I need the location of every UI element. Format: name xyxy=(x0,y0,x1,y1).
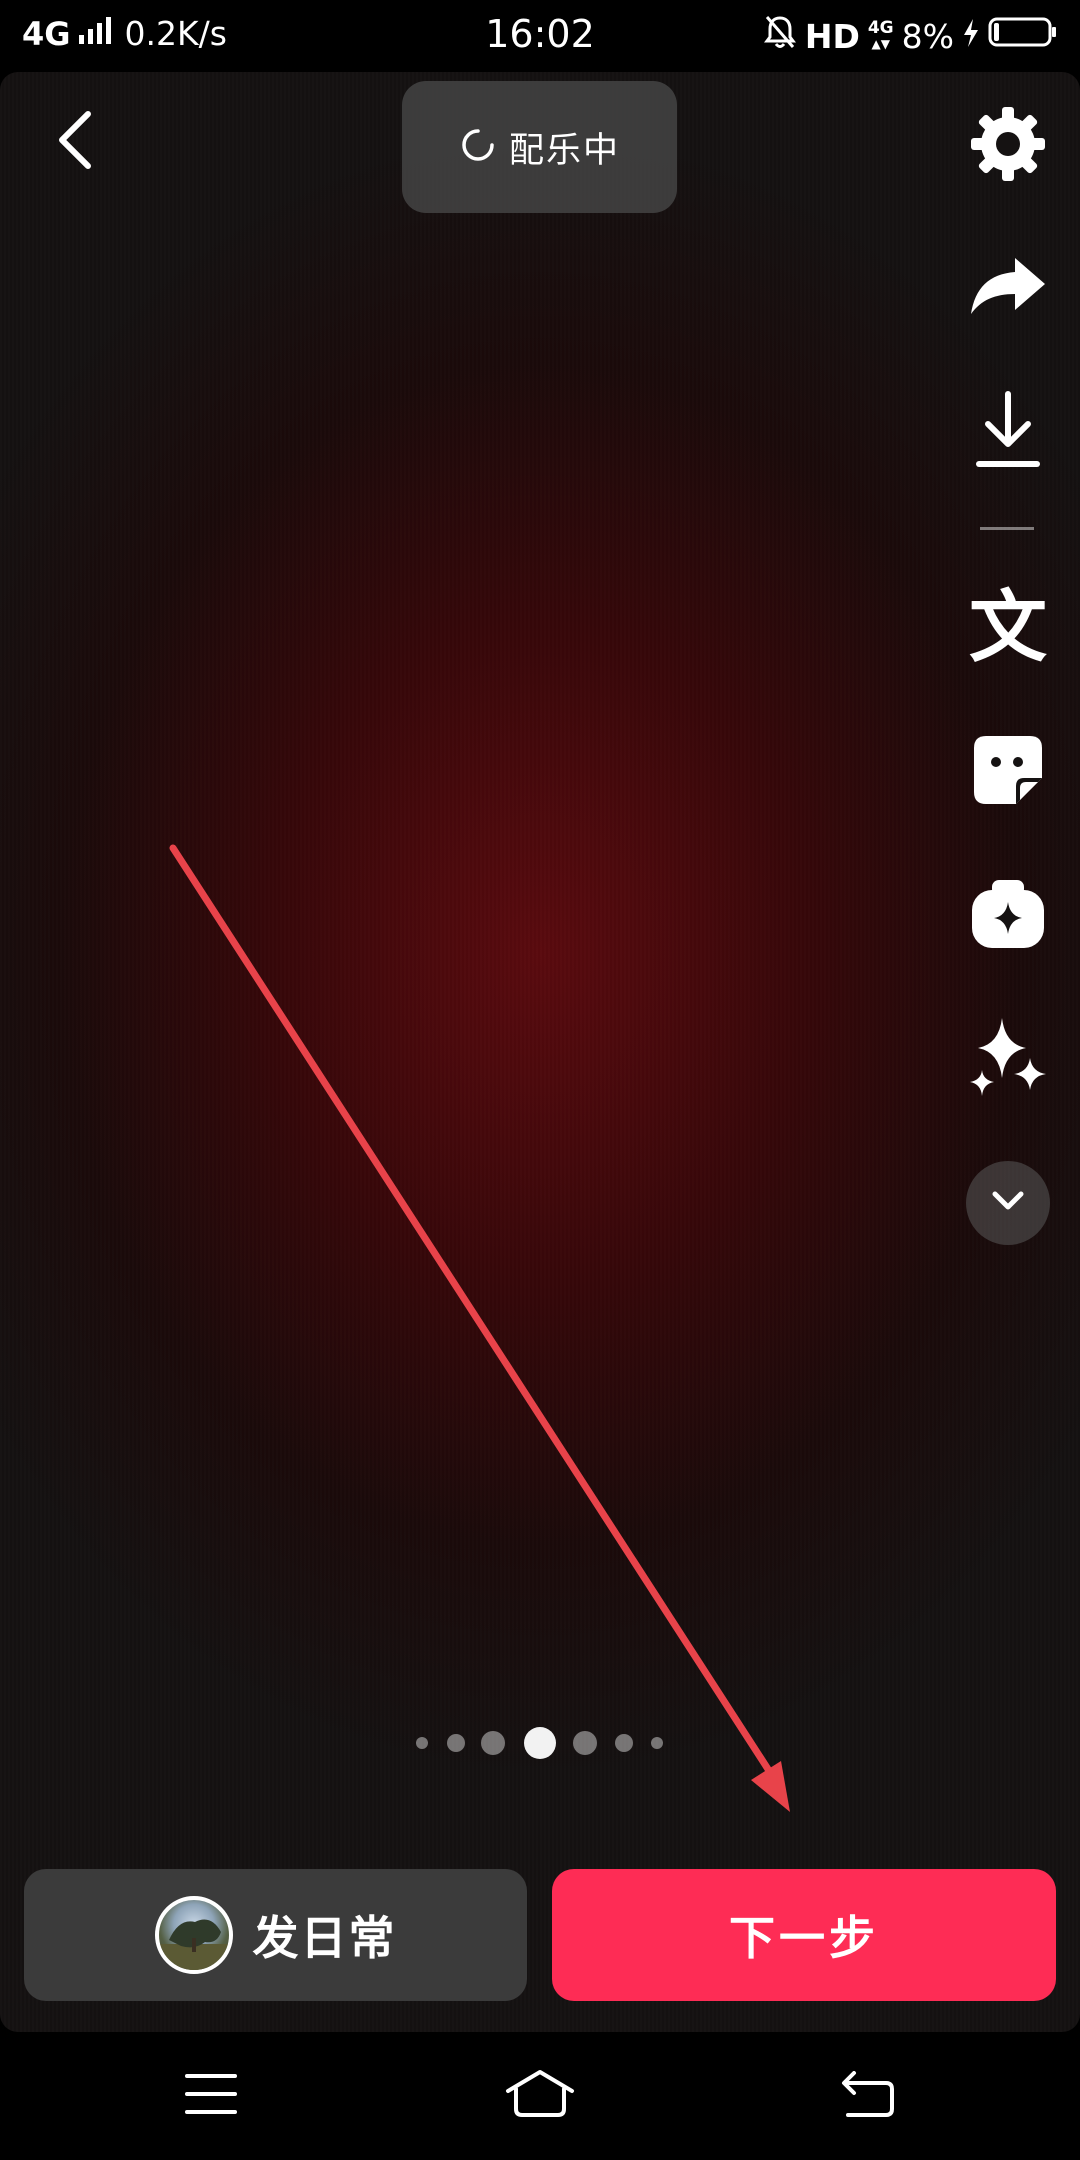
system-nav-bar xyxy=(0,2032,1080,2160)
loading-spinner-icon xyxy=(459,126,497,168)
status-right: HD 4G ▲▼ 8% xyxy=(755,14,1058,58)
charging-icon xyxy=(962,17,980,56)
text-icon: 文 xyxy=(968,583,1047,673)
hd-indicator: HD xyxy=(804,16,860,56)
avatar xyxy=(154,1896,233,1974)
next-step-label: 下一步 xyxy=(729,1911,879,1965)
battery-percent: 8% xyxy=(901,16,954,56)
download-icon xyxy=(975,390,1041,474)
gear-icon xyxy=(969,105,1047,187)
home-button[interactable] xyxy=(504,2066,576,2126)
sticker-button[interactable] xyxy=(960,724,1056,820)
page-dot-active[interactable] xyxy=(524,1727,556,1759)
back-arrow-icon xyxy=(54,108,98,176)
page-dot[interactable] xyxy=(615,1734,633,1752)
tool-divider xyxy=(980,527,1034,530)
back-nav-button[interactable] xyxy=(832,2066,904,2126)
effects-button[interactable] xyxy=(960,868,1056,964)
page-dot[interactable] xyxy=(573,1731,597,1755)
home-icon xyxy=(505,2069,575,2123)
page-dot[interactable] xyxy=(481,1731,505,1755)
enhance-button[interactable] xyxy=(960,1012,1056,1108)
text-tool-button[interactable]: 文 xyxy=(960,580,1056,676)
status-bar: 4G 0.2K/s 16:02 HD 4G ▲▼ 8% xyxy=(0,0,1080,72)
next-step-button[interactable]: 下一步 xyxy=(552,1869,1056,2001)
editor-canvas[interactable]: 配乐中 文 发日常 下一步 xyxy=(0,72,1080,2032)
sparkle-icon xyxy=(966,1016,1050,1104)
page-dot[interactable] xyxy=(651,1737,663,1749)
settings-button[interactable] xyxy=(960,98,1056,194)
menu-icon xyxy=(184,2072,238,2120)
more-tools-button[interactable] xyxy=(966,1161,1050,1245)
return-icon xyxy=(840,2071,896,2121)
effects-icon xyxy=(970,878,1046,954)
menu-button[interactable] xyxy=(175,2066,247,2126)
music-status-pill[interactable]: 配乐中 xyxy=(402,81,677,213)
page-indicator xyxy=(0,1722,1080,1762)
data-activity-icon: 4G ▲▼ xyxy=(867,18,894,52)
page-dot[interactable] xyxy=(416,1737,428,1749)
share-button[interactable] xyxy=(960,240,1056,336)
post-daily-label: 发日常 xyxy=(252,1911,397,1965)
post-daily-button[interactable]: 发日常 xyxy=(24,1869,527,2001)
download-button[interactable] xyxy=(960,384,1056,480)
page-dot[interactable] xyxy=(447,1734,465,1752)
mute-bell-icon xyxy=(763,14,797,58)
sticker-icon xyxy=(972,734,1044,810)
chevron-down-icon xyxy=(990,1189,1026,1217)
battery-icon xyxy=(988,16,1058,56)
small-network-type: 4G xyxy=(867,18,894,38)
back-button[interactable] xyxy=(44,102,108,182)
share-icon xyxy=(969,254,1047,322)
music-status-label: 配乐中 xyxy=(508,130,620,171)
